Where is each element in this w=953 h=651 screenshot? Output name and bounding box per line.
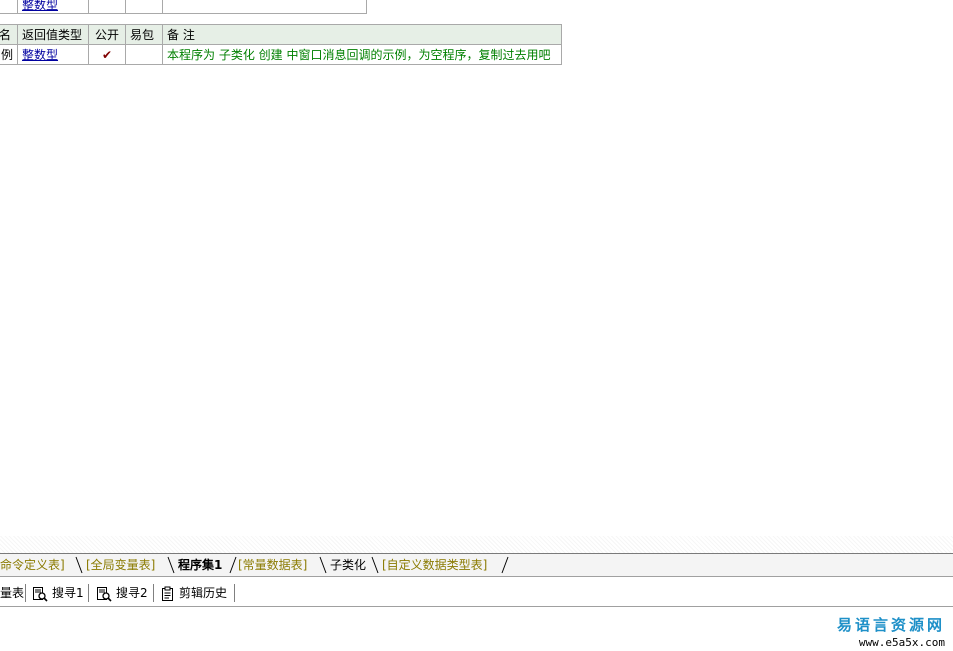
tab-separator-icon [229,556,237,574]
tool-search-1[interactable]: 搜寻1 [32,583,84,603]
editor-bottom-hatch [0,536,953,553]
tool-clipboard-history[interactable]: 剪辑历史 [161,583,227,603]
tab-separator-icon [75,556,83,574]
table-header-row: 名 返回值类型 公开 易包 备 注 [0,24,563,45]
header-return-type: 返回值类型 [17,24,90,45]
toolbar-divider [234,584,236,602]
tab-separator-icon [319,556,327,574]
tab-global-variables[interactable]: [全局变量表] [86,556,155,574]
table-row: 整数型 [0,0,367,14]
table-cell [162,0,367,14]
cell-note[interactable]: 本程序为 子类化 创建 中窗口消息回调的示例，为空程序，复制过去用吧 [162,44,563,65]
table-row[interactable]: 例 整数型 ✔ 本程序为 子类化 创建 中窗口消息回调的示例，为空程序，复制过去… [0,44,563,65]
search-doc-icon [97,586,112,602]
tab-constant-data[interactable]: [常量数据表] [238,556,307,574]
toolbar-divider [25,584,27,602]
header-epk: 易包 [125,24,164,45]
subroutine-table: 名 返回值类型 公开 易包 备 注 例 整数型 ✔ 本程序为 子类化 创建 中窗… [0,24,563,65]
tool-label: 量表 [0,586,25,600]
watermark-url: www.e5a5x.com [858,636,945,649]
tool-variable-table[interactable]: 量表 [0,583,24,603]
return-type-link[interactable]: 整数型 [17,0,89,14]
table-cell [88,0,126,14]
header-note: 备 注 [162,24,563,45]
editor-tab-bar: 命令定义表] [全局变量表] 程序集1 [常量数据表] 子类化 [自定义数据类型… [0,553,953,577]
tool-label: 搜寻2 [116,586,148,600]
watermark-brand: 易语言资源网 [836,616,945,634]
previous-table: 整数型 [0,0,367,14]
cell-public-checkmark[interactable]: ✔ [88,44,127,65]
tab-program-set-1[interactable]: 程序集1 [178,556,222,574]
toolbar-divider [153,584,155,602]
tab-custom-data-types[interactable]: [自定义数据类型表] [382,556,487,574]
tab-separator-icon [167,556,175,574]
tab-separator-icon [501,556,509,574]
search-doc-icon [33,586,48,602]
tool-label: 搜寻1 [52,586,84,600]
table-cell [125,0,163,14]
tool-search-2[interactable]: 搜寻2 [96,583,148,603]
cell-return-type[interactable]: 整数型 [17,44,90,65]
table-cell [0,0,18,14]
toolbar-divider [88,584,90,602]
tab-subclass[interactable]: 子类化 [330,556,366,574]
tab-command-definitions[interactable]: 命令定义表] [0,556,65,574]
cell-name[interactable]: 例 [0,44,19,65]
clipboard-icon [162,586,173,601]
bottom-toolbar: 量表 搜寻1 搜寻2 剪辑历史 [0,580,953,607]
cell-epk[interactable] [125,44,164,65]
tool-label: 剪辑历史 [179,586,228,600]
header-name: 名 [0,24,19,45]
header-public: 公开 [88,24,127,45]
tab-separator-icon [371,556,379,574]
watermark: 易语言资源网 www.e5a5x.com [837,614,945,649]
